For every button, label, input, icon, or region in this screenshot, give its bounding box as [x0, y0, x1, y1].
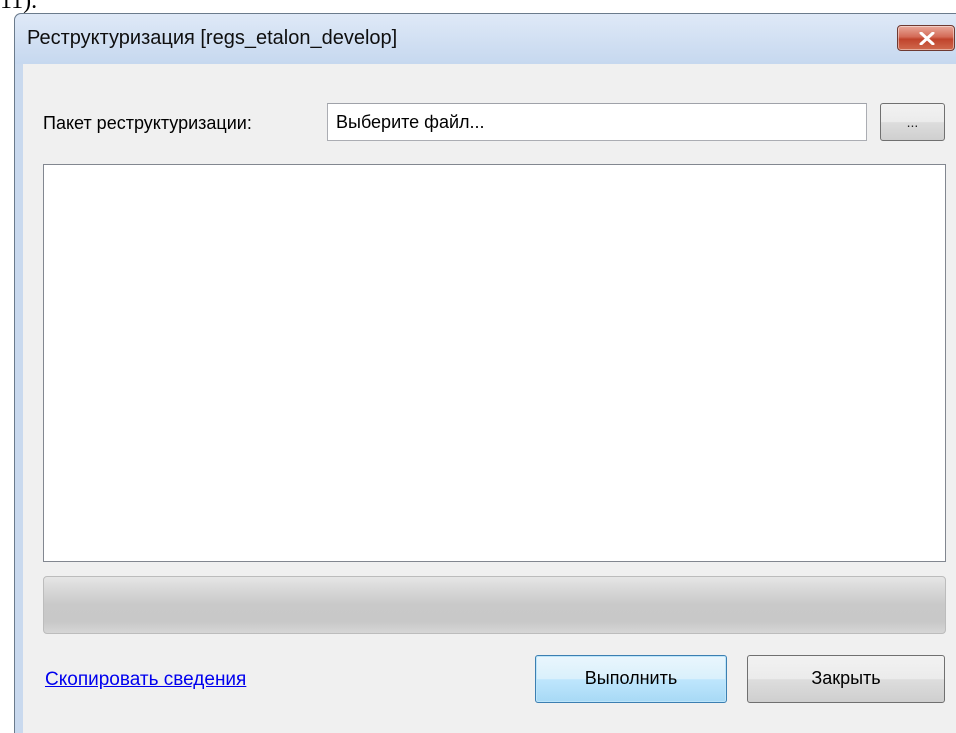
browse-button[interactable]: ... [880, 103, 945, 141]
log-output-box[interactable] [43, 164, 946, 562]
copy-info-link[interactable]: Скопировать сведения [45, 669, 246, 691]
package-file-input[interactable] [327, 103, 867, 141]
package-label: Пакет реструктуризации: [43, 113, 252, 133]
run-button[interactable]: Выполнить [535, 655, 727, 703]
restructure-dialog: Реструктуризация [regs_etalon_develop] П… [14, 13, 956, 733]
close-button[interactable]: Закрыть [747, 655, 945, 703]
close-window-button[interactable] [897, 25, 955, 51]
progress-bar [43, 576, 946, 634]
close-x-icon [919, 32, 935, 45]
title-bar[interactable]: Реструктуризация [regs_etalon_develop] [15, 14, 956, 64]
window-title: Реструктуризация [regs_etalon_develop] [27, 27, 398, 49]
dialog-client-area: Пакет реструктуризации: ... Скопировать … [23, 64, 956, 733]
